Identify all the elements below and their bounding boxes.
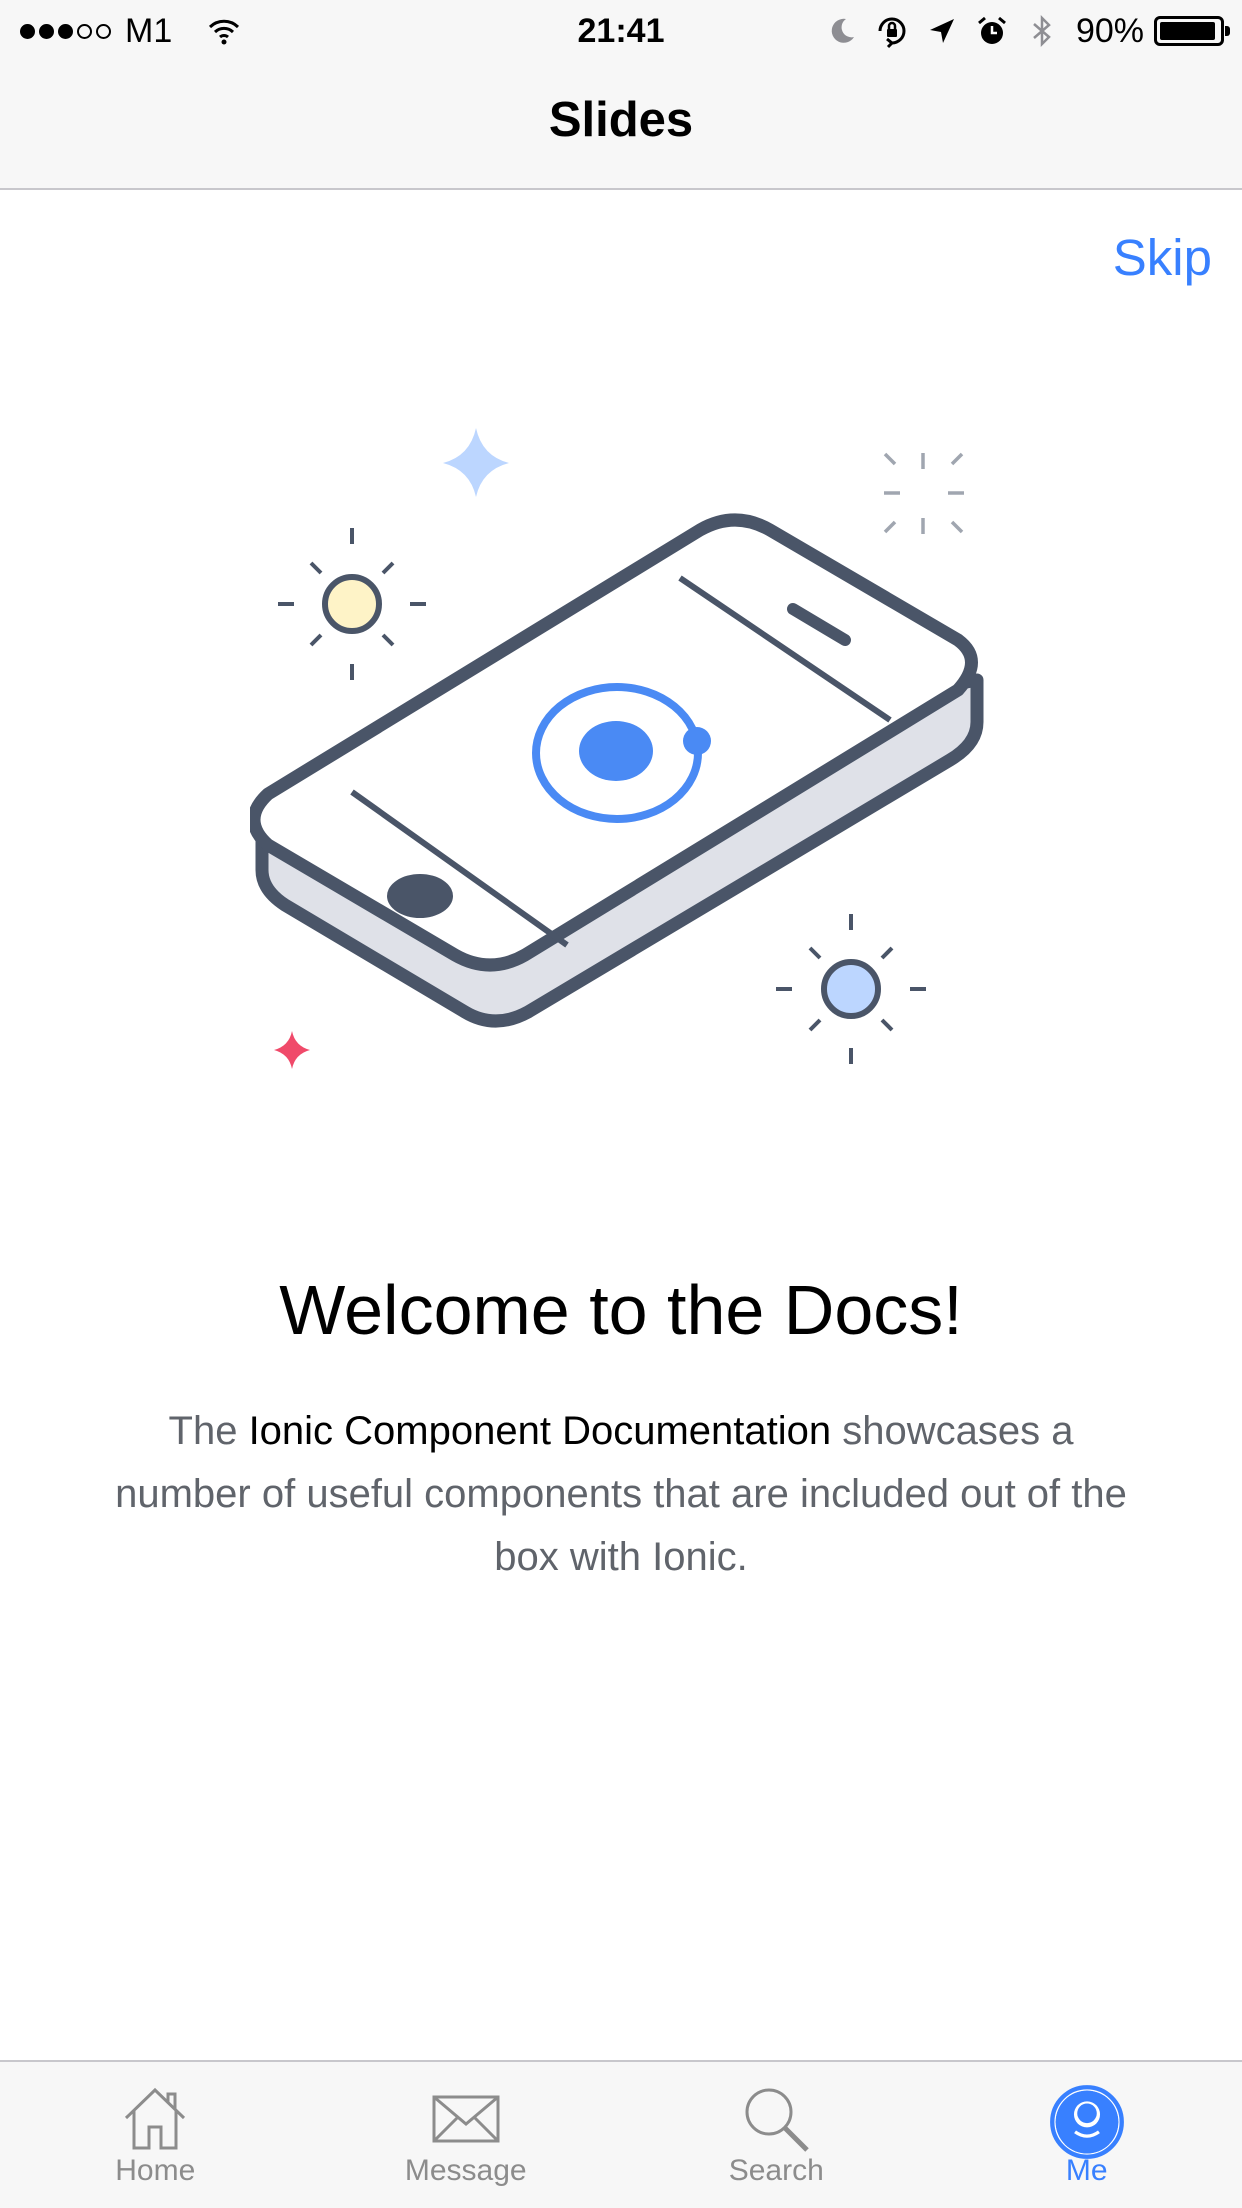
tab-label: Me	[1065, 2154, 1108, 2187]
tab-message[interactable]: Message	[311, 2062, 622, 2208]
bluetooth-icon	[1033, 14, 1051, 48]
moon-icon	[831, 18, 854, 43]
battery-fill	[1160, 22, 1215, 40]
tab-label: Message	[404, 2154, 527, 2187]
description-text: The	[168, 1409, 249, 1453]
battery-percentage: 90%	[1075, 11, 1144, 50]
slide-title: Welcome to the Docs!	[279, 1271, 963, 1349]
phone-illustration	[250, 428, 984, 1069]
slide-description: The Ionic Component Documentation showca…	[100, 1400, 1142, 1589]
skip-button[interactable]: Skip	[1113, 228, 1212, 287]
tab-label: Search	[728, 2154, 824, 2187]
description-bold-text: Ionic Component Documentation	[248, 1409, 832, 1453]
sun-icon	[776, 914, 926, 1064]
location-arrow-icon	[929, 19, 954, 43]
tab-bar: Home Message Search Me	[0, 2060, 1242, 2208]
search-icon	[745, 2088, 810, 2152]
battery-icon	[1154, 16, 1230, 46]
envelope-icon	[432, 2095, 500, 2143]
tab-home[interactable]: Home	[0, 2062, 311, 2208]
sun-icon	[278, 528, 426, 680]
tab-me[interactable]: Me	[932, 2062, 1242, 2208]
status-right: 90%	[810, 8, 1230, 54]
alarm-icon	[977, 16, 1006, 44]
battery-nub	[1225, 26, 1230, 36]
tab-label: Home	[115, 2154, 196, 2187]
page-title: Slides	[548, 93, 694, 147]
home-icon	[125, 2087, 186, 2150]
person-icon	[1049, 2085, 1124, 2159]
tab-search[interactable]: Search	[621, 2062, 932, 2208]
orientation-lock-icon	[878, 17, 906, 49]
navigation-bar: Slides	[0, 62, 1242, 190]
status-bar: M1 21:41 90%	[0, 0, 1242, 62]
